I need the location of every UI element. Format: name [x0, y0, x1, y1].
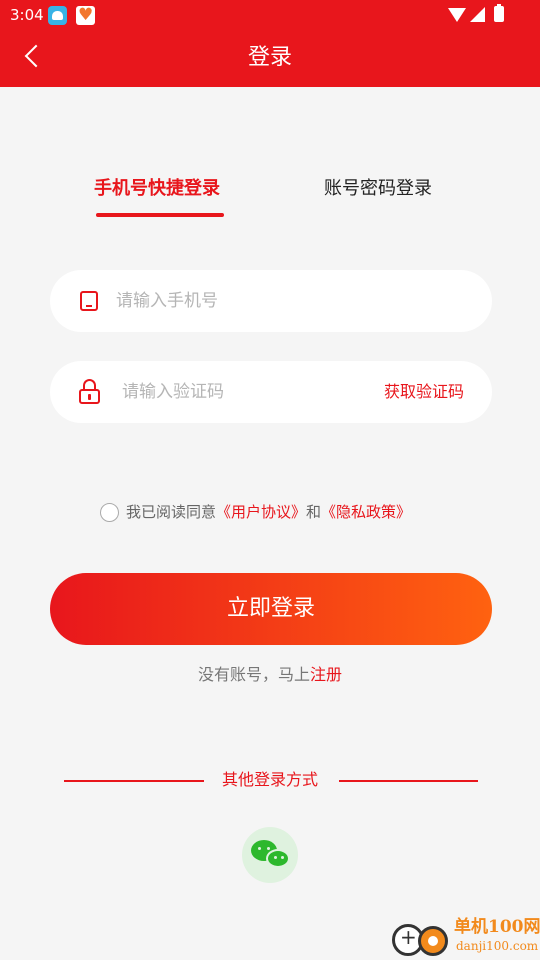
- battery-icon: [494, 4, 504, 22]
- privacy-policy-link[interactable]: 《隐私政策》: [321, 503, 411, 521]
- agreement-prefix: 我已阅读同意: [126, 503, 217, 521]
- tab-phone-quick-login[interactable]: 手机号快捷登录: [94, 174, 220, 204]
- header-bar: 3:04 登录: [0, 0, 540, 87]
- verification-code-field: 获取验证码: [50, 361, 492, 423]
- status-time: 3:04: [10, 6, 44, 24]
- agreement-checkbox[interactable]: [100, 503, 119, 522]
- register-row: 没有账号，马上注册: [0, 662, 540, 688]
- register-link[interactable]: 注册: [310, 665, 342, 684]
- wifi-icon: [448, 8, 466, 22]
- divider-right: [339, 780, 478, 782]
- signal-icon: [470, 7, 485, 22]
- wechat-login-button[interactable]: [242, 827, 298, 883]
- page-title: 登录: [247, 45, 292, 70]
- watermark-logo-eye-icon: [418, 926, 448, 956]
- login-button[interactable]: 立即登录: [50, 573, 492, 645]
- watermark-url: danji100.com: [456, 939, 539, 953]
- register-prefix: 没有账号，马上: [197, 665, 310, 684]
- watermark-title: 单机100网: [454, 917, 540, 937]
- agreement-conjunction: 和: [306, 503, 322, 521]
- status-bar: 3:04: [0, 0, 540, 32]
- phone-field: [50, 270, 492, 332]
- phone-input[interactable]: [116, 286, 456, 316]
- notification-heart-icon: [76, 4, 95, 26]
- notification-app-icon: [48, 6, 67, 25]
- verification-code-input[interactable]: [122, 377, 362, 407]
- tab-password-login[interactable]: 账号密码登录: [324, 174, 432, 204]
- lock-icon: [78, 379, 102, 405]
- user-agreement-link[interactable]: 《用户协议》: [216, 503, 306, 521]
- get-code-button[interactable]: 获取验证码: [384, 378, 464, 406]
- active-tab-indicator: [96, 213, 224, 217]
- watermark: 单机100网 danji100.com: [390, 916, 540, 960]
- phone-icon: [80, 291, 98, 311]
